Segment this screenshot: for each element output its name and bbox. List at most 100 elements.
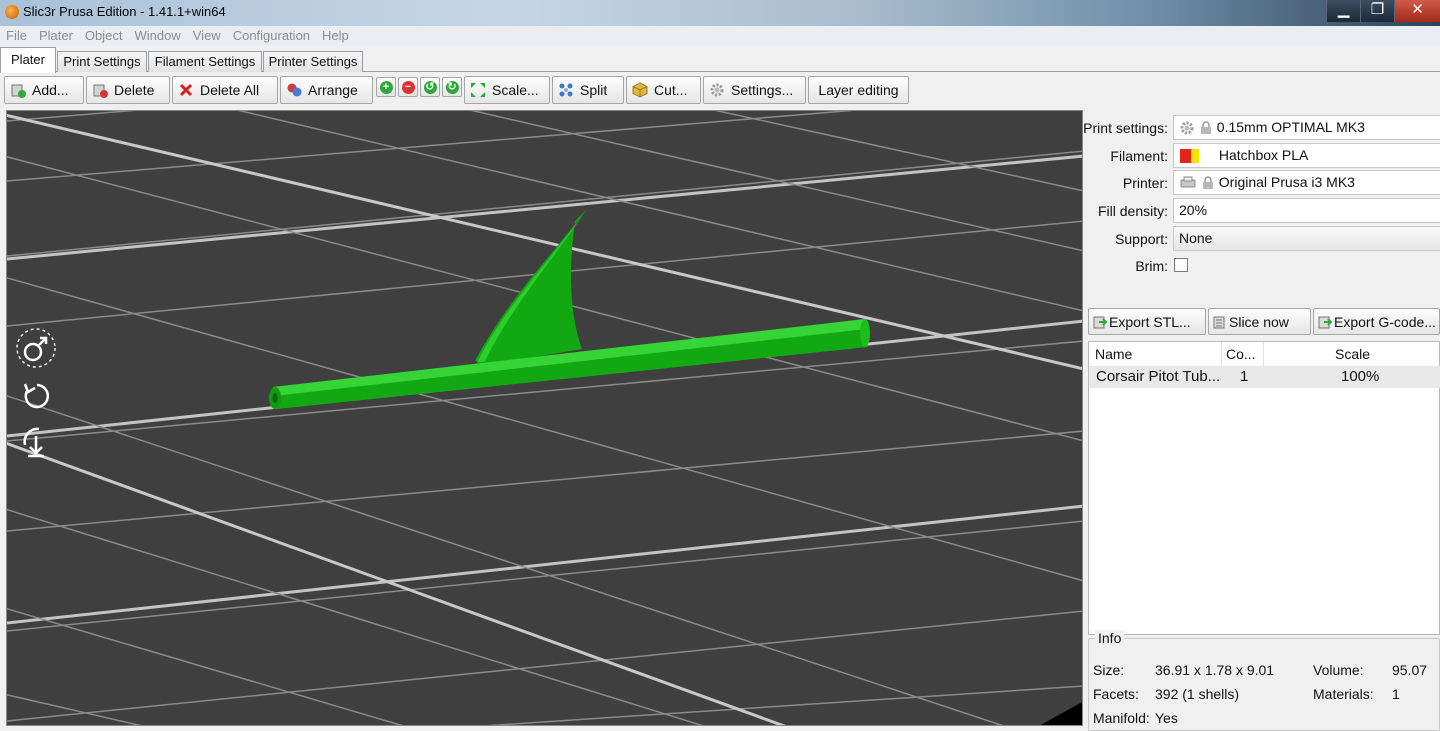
fill-density-input[interactable]: 20% xyxy=(1173,198,1440,223)
table-row[interactable]: Corsair Pitot Tub... 1 100% xyxy=(1089,366,1440,388)
manifold-label: Manifold: xyxy=(1093,710,1150,726)
filament-select[interactable]: Hatchbox PLA xyxy=(1173,143,1440,168)
menu-configuration[interactable]: Configuration xyxy=(227,26,316,46)
column-header-scale[interactable]: Scale xyxy=(1264,342,1440,366)
print-settings-row: Print settings: 0.15mm OPTIMAL MK3 xyxy=(1083,115,1440,141)
settings-button[interactable]: Settings... xyxy=(703,76,806,104)
tab-printer-settings[interactable]: Printer Settings xyxy=(263,51,363,72)
column-header-name[interactable]: Name xyxy=(1089,342,1222,366)
menu-bar: File Plater Object Window View Configura… xyxy=(0,26,1440,46)
tab-filament-settings[interactable]: Filament Settings xyxy=(148,51,262,72)
menu-window[interactable]: Window xyxy=(129,26,187,46)
window-controls: ▁ ❐ ✕ xyxy=(1326,0,1440,22)
rotate-left-icon: ↺ xyxy=(423,80,437,94)
export-icon xyxy=(1093,316,1107,328)
gear-icon xyxy=(709,82,725,98)
size-value: 36.91 x 1.78 x 9.01 xyxy=(1155,662,1275,678)
title-bar: Slic3r Prusa Edition - 1.41.1+win64 ▁ ❐ … xyxy=(0,0,1440,26)
fill-density-label: Fill density: xyxy=(1097,203,1168,219)
zoom-view-icon[interactable] xyxy=(15,421,57,463)
print-settings-value: 0.15mm OPTIMAL MK3 xyxy=(1216,119,1365,135)
plus-icon: + xyxy=(379,80,393,94)
add-button[interactable]: Add... xyxy=(4,76,84,104)
tab-bar: Plater Print Settings Filament Settings … xyxy=(0,46,1440,73)
brim-label: Brim: xyxy=(1135,258,1168,274)
column-header-copies[interactable]: Co... xyxy=(1222,342,1264,366)
slice-now-button[interactable]: Slice now xyxy=(1208,308,1311,335)
materials-value: 1 xyxy=(1392,686,1400,702)
gear-icon xyxy=(1180,121,1194,135)
delete-all-button[interactable]: Delete All xyxy=(172,76,278,104)
settings-panel: Print settings: 0.15mm OPTIMAL MK3 Filam… xyxy=(1083,110,1440,731)
print-settings-select[interactable]: 0.15mm OPTIMAL MK3 xyxy=(1173,115,1440,140)
brim-checkbox[interactable] xyxy=(1174,258,1188,272)
fill-density-row: Fill density: 20% xyxy=(1085,198,1440,224)
close-button[interactable]: ✕ xyxy=(1394,0,1440,22)
filament-row: Filament: Hatchbox PLA xyxy=(1085,143,1440,169)
tab-plater[interactable]: Plater xyxy=(0,47,56,73)
minus-icon: − xyxy=(401,80,415,94)
export-gcode-button[interactable]: Export G-code... xyxy=(1313,308,1440,335)
delete-icon xyxy=(92,82,108,98)
filament-color-swatch-yellow xyxy=(1191,149,1199,164)
print-settings-label: Print settings: xyxy=(1083,120,1168,136)
printer-select[interactable]: Original Prusa i3 MK3 xyxy=(1173,170,1440,195)
printer-row: Printer: Original Prusa i3 MK3 xyxy=(1085,170,1440,196)
arrange-icon xyxy=(286,82,302,98)
toolbar: Add... Delete Delete All Arrange + − ↺ ↻… xyxy=(0,72,1440,108)
export-icon xyxy=(1318,316,1332,328)
increase-copies-button[interactable]: + xyxy=(376,77,396,97)
printer-value: Original Prusa i3 MK3 xyxy=(1218,174,1355,190)
materials-label: Materials: xyxy=(1313,686,1374,702)
cut-button[interactable]: Cut... xyxy=(626,76,701,104)
menu-help[interactable]: Help xyxy=(316,26,355,46)
info-legend: Info xyxy=(1095,630,1125,646)
support-row: Support: None xyxy=(1085,226,1440,252)
3d-viewport[interactable] xyxy=(6,110,1083,726)
rotate-view-icon[interactable] xyxy=(15,375,57,417)
delete-button[interactable]: Delete xyxy=(86,76,170,104)
split-icon xyxy=(558,82,574,98)
object-copies: 1 xyxy=(1240,368,1249,385)
filament-value: Hatchbox PLA xyxy=(1218,147,1309,163)
lock-icon xyxy=(1202,176,1213,190)
object-scale: 100% xyxy=(1341,368,1380,385)
minimize-button[interactable]: ▁ xyxy=(1326,0,1360,22)
layer-editing-button[interactable]: Layer editing xyxy=(808,76,909,104)
facets-value: 392 (1 shells) xyxy=(1155,686,1240,702)
export-stl-button[interactable]: Export STL... xyxy=(1088,308,1206,335)
arrange-button[interactable]: Arrange xyxy=(280,76,373,104)
support-select[interactable]: None xyxy=(1173,226,1440,251)
rotate-right-button[interactable]: ↻ xyxy=(442,77,462,97)
facets-label: Facets: xyxy=(1093,686,1139,702)
maximize-button[interactable]: ❐ xyxy=(1360,0,1394,22)
menu-view[interactable]: View xyxy=(187,26,227,46)
tab-print-settings[interactable]: Print Settings xyxy=(57,51,147,72)
lock-icon xyxy=(1200,121,1211,135)
brim-row: Brim: xyxy=(1085,253,1440,279)
x-mark-icon xyxy=(178,82,194,98)
volume-value: 95.07 xyxy=(1392,662,1428,678)
move-view-icon[interactable] xyxy=(15,327,57,369)
scale-button[interactable]: Scale... xyxy=(464,76,550,104)
package-icon xyxy=(632,82,648,98)
info-box: Info Size: 36.91 x 1.78 x 9.01 Volume: 9… xyxy=(1088,630,1440,731)
support-label: Support: xyxy=(1115,231,1168,247)
rotate-left-button[interactable]: ↺ xyxy=(420,77,440,97)
rotate-right-icon: ↻ xyxy=(445,80,459,94)
slice-icon xyxy=(1213,316,1225,328)
menu-file[interactable]: File xyxy=(0,26,33,46)
split-button[interactable]: Split xyxy=(552,76,624,104)
window-title: Slic3r Prusa Edition - 1.41.1+win64 xyxy=(23,4,226,19)
print-bed-grid xyxy=(7,111,1082,725)
size-label: Size: xyxy=(1093,662,1125,678)
manifold-value: Yes xyxy=(1155,710,1178,726)
menu-plater[interactable]: Plater xyxy=(33,26,79,46)
object-list[interactable]: Name Co... Scale Corsair Pitot Tub... 1 … xyxy=(1088,341,1440,635)
volume-label: Volume: xyxy=(1313,662,1364,678)
decrease-copies-button[interactable]: − xyxy=(398,77,418,97)
menu-object[interactable]: Object xyxy=(79,26,129,46)
object-name: Corsair Pitot Tub... xyxy=(1096,368,1221,385)
filament-label: Filament: xyxy=(1110,148,1168,164)
printer-label: Printer: xyxy=(1122,175,1168,191)
